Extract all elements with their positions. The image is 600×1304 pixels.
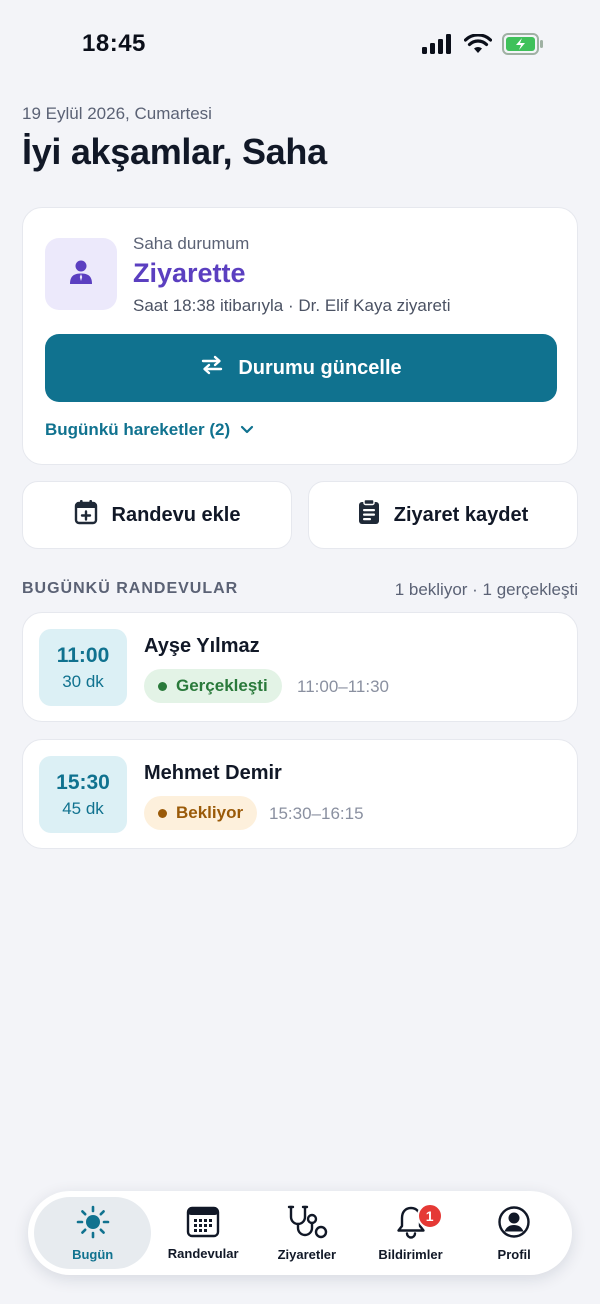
status-badge-label: Bekliyor [176, 803, 244, 822]
chevron-down-icon [240, 420, 254, 440]
status-dot-icon [158, 808, 167, 818]
swap-arrows-icon [200, 355, 224, 381]
sun-icon [76, 1205, 110, 1242]
wifi-icon [464, 34, 492, 54]
tab-label: Profil [497, 1246, 531, 1262]
clipboard-icon [358, 498, 380, 531]
appointments-section-title: BUGÜNKÜ RANDEVULAR [22, 580, 239, 597]
tab-notifications[interactable]: 1 Bildirimler [359, 1197, 463, 1269]
tab-today[interactable]: Bugün [34, 1197, 152, 1269]
app-screen: 18:45 19 Eylül 2026, Cumartesi İyi akşam… [0, 0, 600, 1304]
status-time: 18:45 [82, 30, 146, 57]
add-appointment-label: Randevu ekle [111, 503, 241, 526]
add-appointment-button[interactable]: Randevu ekle [22, 481, 292, 549]
date-line: 19 Eylül 2026, Cumartesi [22, 104, 212, 123]
status-dot-icon [158, 681, 167, 691]
tab-visits[interactable]: Ziyaretler [255, 1197, 359, 1269]
tab-label: Ziyaretler [277, 1246, 337, 1262]
field-status-card: Saha durumum Ziyarette Saat 18:38 itibar… [22, 207, 578, 465]
profile-icon [497, 1205, 531, 1242]
appointment-time: 11:00 [56, 643, 110, 667]
update-status-label: Durumu güncelle [238, 356, 402, 379]
appointment-time-box: 11:00 30 dk [39, 629, 127, 706]
tab-label: Randevular [167, 1245, 239, 1261]
appointment-card[interactable]: 11:00 30 dk Ayşe Yılmaz Gerçekleşti 11:0… [22, 612, 578, 722]
greeting-title: İyi akşamlar, Saha [22, 131, 327, 172]
bottom-tab-bar: Bugün Randevular Ziyaretler 1 Bildirimle… [28, 1191, 572, 1275]
status-badge-label: Gerçekleşti [176, 676, 268, 695]
tab-label: Bugün [72, 1246, 114, 1262]
field-agent-avatar [45, 238, 117, 310]
signal-icon [422, 34, 454, 54]
field-status-value: Ziyarette [133, 258, 246, 288]
record-visit-label: Ziyaret kaydet [393, 503, 529, 526]
appointment-patient-name: Mehmet Demir [144, 762, 282, 784]
today-moves-toggle[interactable]: Bugünkü hareketler (2) [45, 420, 254, 440]
status-bar: 18:45 [0, 0, 600, 88]
appointment-time-range: 15:30–16:15 [269, 804, 364, 823]
tab-label: Bildirimler [378, 1246, 443, 1262]
tab-appointments[interactable]: Randevular [151, 1197, 255, 1269]
status-badge-waiting: Bekliyor [144, 796, 258, 830]
field-status-label: Saha durumum [133, 234, 250, 253]
person-icon [68, 259, 94, 290]
tab-profile[interactable]: Profil [462, 1197, 566, 1269]
stethoscope-icon [285, 1205, 329, 1242]
field-status-meta: Saat 18:38 itibarıyla · Dr. Elif Kaya zi… [133, 296, 451, 315]
battery-icon [502, 33, 544, 55]
appointment-time: 15:30 [56, 770, 110, 794]
appointments-summary: 1 bekliyor · 1 gerçekleşti [394, 580, 578, 599]
record-visit-button[interactable]: Ziyaret kaydet [308, 481, 578, 549]
status-icons [422, 33, 544, 55]
appointment-patient-name: Ayşe Yılmaz [144, 635, 260, 657]
status-badge-done: Gerçekleşti [144, 669, 282, 703]
appointment-card[interactable]: 15:30 45 dk Mehmet Demir Bekliyor 15:30–… [22, 739, 578, 849]
update-status-button[interactable]: Durumu güncelle [45, 334, 557, 402]
calendar-add-icon [74, 499, 98, 531]
appointment-duration: 30 dk [62, 671, 104, 691]
appointment-time-box: 15:30 45 dk [39, 756, 127, 833]
today-moves-label: Bugünkü hareketler (2) [45, 420, 231, 439]
calendar-icon [186, 1206, 220, 1241]
appointment-time-range: 11:00–11:30 [297, 677, 390, 696]
notification-count-badge: 1 [416, 1203, 443, 1229]
appointment-duration: 45 dk [62, 798, 104, 818]
